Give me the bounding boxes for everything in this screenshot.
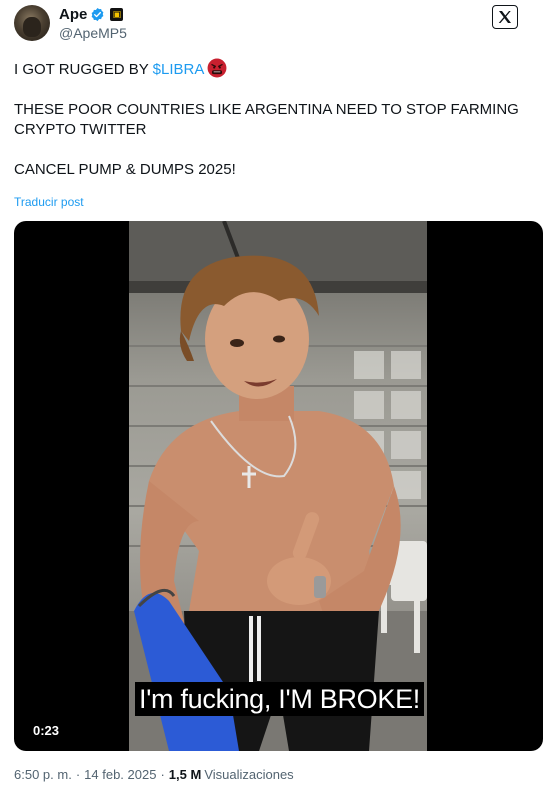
tweet-time[interactable]: 6:50 p. m. <box>14 767 72 782</box>
meta-separator: · <box>75 767 81 782</box>
views-label[interactable]: Visualizaciones <box>204 767 293 782</box>
tweet-line-3: CANCEL PUMP & DUMPS 2025! <box>14 161 236 178</box>
tweet-line-2: THESE POOR COUNTRIES LIKE ARGENTINA NEED… <box>14 101 519 138</box>
video-frame <box>129 221 427 751</box>
cashtag-link[interactable]: $LIBRA <box>153 61 205 78</box>
verified-badge-icon <box>91 7 104 21</box>
avatar[interactable] <box>14 5 50 41</box>
video-scene <box>129 221 427 751</box>
video-duration: 0:23 <box>28 721 65 740</box>
tweet-meta: 6:50 p. m. · 14 feb. 2025 · 1,5 M Visual… <box>14 767 294 782</box>
tweet-line-1-text: I GOT RUGGED BY <box>14 61 153 78</box>
video-player[interactable]: I'm fucking, I'M BROKE! 0:23 <box>14 221 543 751</box>
meta-separator-2: · <box>160 767 165 782</box>
author-handle[interactable]: @ApeMP5 <box>59 25 127 41</box>
translate-post-link[interactable]: Traducir post <box>14 195 84 209</box>
angry-face-emoji-icon <box>207 58 227 78</box>
author-name-row: Ape ▣ <box>59 5 124 23</box>
tweet-date[interactable]: 14 feb. 2025 <box>84 767 156 782</box>
affiliate-badge-icon[interactable]: ▣ <box>110 7 124 21</box>
author-display-name[interactable]: Ape <box>59 6 87 23</box>
x-logo-glyph <box>498 11 511 23</box>
x-logo-icon[interactable] <box>492 5 518 29</box>
views-count[interactable]: 1,5 M <box>169 767 202 782</box>
tweet-text: I GOT RUGGED BY $LIBRA THESE POOR COUNTR… <box>14 58 539 180</box>
video-caption: I'm fucking, I'M BROKE! <box>135 682 424 716</box>
tweet-line-1: I GOT RUGGED BY $LIBRA <box>14 58 539 80</box>
